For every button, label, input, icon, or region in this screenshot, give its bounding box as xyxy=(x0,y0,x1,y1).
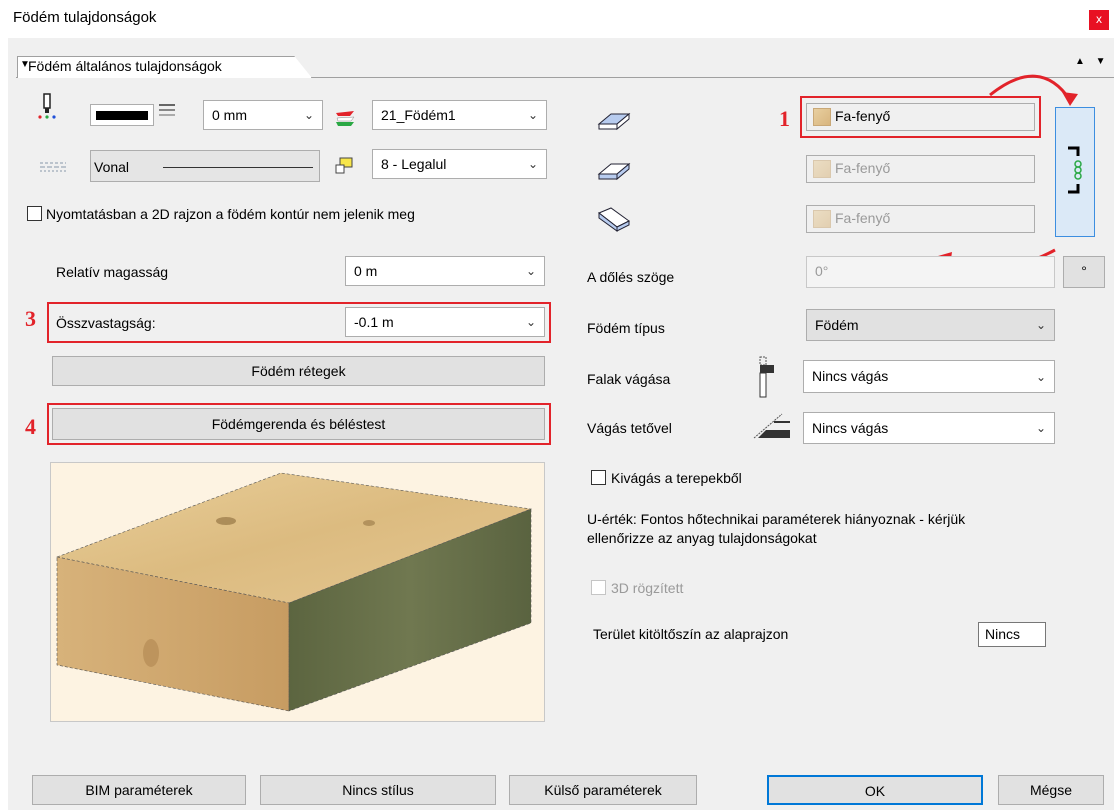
fill-color-label: Terület kitöltőszín az alaprajzon xyxy=(593,626,789,642)
slab-layers-button[interactable]: Födém rétegek xyxy=(52,356,545,386)
line-type-value: Vonal xyxy=(94,159,130,175)
line-type-icon xyxy=(40,160,66,172)
relative-height-value: 0 m xyxy=(354,263,378,279)
slab-type-dropdown[interactable]: Födém ⌄ xyxy=(806,309,1055,341)
roof-cut-value: Nincs vágás xyxy=(812,420,889,436)
u-value-note-line1: U-érték: Fontos hőtechnikai paraméterek … xyxy=(587,511,966,527)
pen-icon[interactable] xyxy=(37,93,59,121)
roof-cut-label: Vágás tetővel xyxy=(587,420,672,436)
slope-input[interactable]: 0° xyxy=(806,256,1055,288)
roof-cut-icon xyxy=(752,410,792,440)
window-title: Födém tulajdonságok xyxy=(13,9,157,26)
bim-parameters-button[interactable]: BIM paraméterek xyxy=(32,775,246,805)
chevron-down-icon: ⌄ xyxy=(527,108,538,122)
chevron-down-icon: ⌄ xyxy=(1035,369,1046,384)
wall-cut-dropdown[interactable]: Nincs vágás ⌄ xyxy=(803,360,1055,393)
layer-dropdown[interactable]: 21_Födém1 ⌄ xyxy=(372,100,547,130)
external-parameters-button[interactable]: Külső paraméterek xyxy=(509,775,697,805)
u-value-note-line2: ellenőrizze az anyag tulajdonságokat xyxy=(587,530,817,546)
print-contour-label: Nyomtatásban a 2D rajzon a födém kontúr … xyxy=(46,206,415,222)
chevron-down-icon: ⌄ xyxy=(303,108,314,122)
thickness-label: Összvastagság: xyxy=(56,315,156,331)
bottom-material-label: Fa-fenyő xyxy=(835,210,891,226)
scroll-arrows-icon[interactable]: ▲ ▼ xyxy=(1075,56,1110,67)
side-material-label: Fa-fenyő xyxy=(835,160,891,176)
wood-texture-icon xyxy=(813,210,831,228)
draw-order-dropdown[interactable]: 8 - Legalul ⌄ xyxy=(372,149,547,179)
top-face-icon xyxy=(597,110,631,132)
line-type-dropdown[interactable]: Vonal xyxy=(90,150,320,182)
beams-button[interactable]: Födémgerenda és béléstest xyxy=(52,408,545,440)
title-bar xyxy=(0,0,1114,38)
draw-order-icon xyxy=(334,156,354,176)
line-width-dropdown[interactable]: 0 mm ⌄ xyxy=(203,100,323,130)
fill-color-button[interactable]: Nincs xyxy=(978,622,1046,647)
section-title[interactable]: Födém általános tulajdonságok xyxy=(28,58,222,74)
print-contour-checkbox[interactable] xyxy=(27,206,42,221)
pen-color-swatch[interactable] xyxy=(90,104,154,126)
thickness-value: -0.1 m xyxy=(354,314,394,330)
material-preview xyxy=(50,462,545,722)
line-width-value: 0 mm xyxy=(212,107,247,123)
wall-cut-label: Falak vágása xyxy=(587,371,671,387)
wood-texture-icon xyxy=(813,108,831,126)
chevron-down-icon: ⌄ xyxy=(1035,421,1046,435)
no-style-button[interactable]: Nincs stílus xyxy=(260,775,496,805)
layer-value: 21_Födém1 xyxy=(381,107,456,123)
fixed-3d-checkbox xyxy=(591,580,606,595)
layer-icon xyxy=(334,108,356,126)
relative-height-dropdown[interactable]: 0 m ⌄ xyxy=(345,256,545,286)
annotation-4: 4 xyxy=(25,414,36,439)
wall-cut-value: Nincs vágás xyxy=(812,368,889,384)
annotation-arrows xyxy=(938,74,1078,270)
line-thickness-icon[interactable] xyxy=(158,103,176,117)
top-material-label: Fa-fenyő xyxy=(835,108,891,124)
draw-order-value: 8 - Legalul xyxy=(381,156,447,172)
annotation-1: 1 xyxy=(779,106,790,131)
terrain-cut-checkbox[interactable] xyxy=(591,470,606,485)
ok-button[interactable]: OK xyxy=(767,775,983,805)
slope-label: A dőlés szöge xyxy=(587,269,675,285)
wall-cut-icon xyxy=(758,355,788,399)
fill-color-value: Nincs xyxy=(985,626,1021,642)
slab-type-label: Födém típus xyxy=(587,320,665,336)
terrain-cut-label: Kivágás a terepekből xyxy=(611,470,742,486)
fixed-3d-label: 3D rögzített xyxy=(611,580,684,596)
annotation-3: 3 xyxy=(25,306,36,331)
chevron-down-icon: ⌄ xyxy=(1035,318,1046,332)
wood-texture-icon xyxy=(813,160,831,178)
roof-cut-dropdown[interactable]: Nincs vágás ⌄ xyxy=(803,412,1055,444)
bottom-face-icon xyxy=(597,207,631,233)
slope-unit-button[interactable]: ° xyxy=(1063,256,1105,288)
slope-value: 0° xyxy=(815,263,829,279)
thickness-dropdown[interactable]: -0.1 m ⌄ xyxy=(345,307,545,337)
relative-height-label: Relatív magasság xyxy=(56,264,169,280)
cancel-button[interactable]: Mégse xyxy=(998,775,1104,805)
side-face-icon xyxy=(597,160,631,182)
chevron-down-icon: ⌄ xyxy=(525,315,536,329)
slab-type-value: Födém xyxy=(815,317,859,333)
chevron-down-icon: ⌄ xyxy=(525,264,536,278)
chevron-down-icon: ⌄ xyxy=(527,157,538,171)
close-button[interactable]: x xyxy=(1089,10,1109,30)
